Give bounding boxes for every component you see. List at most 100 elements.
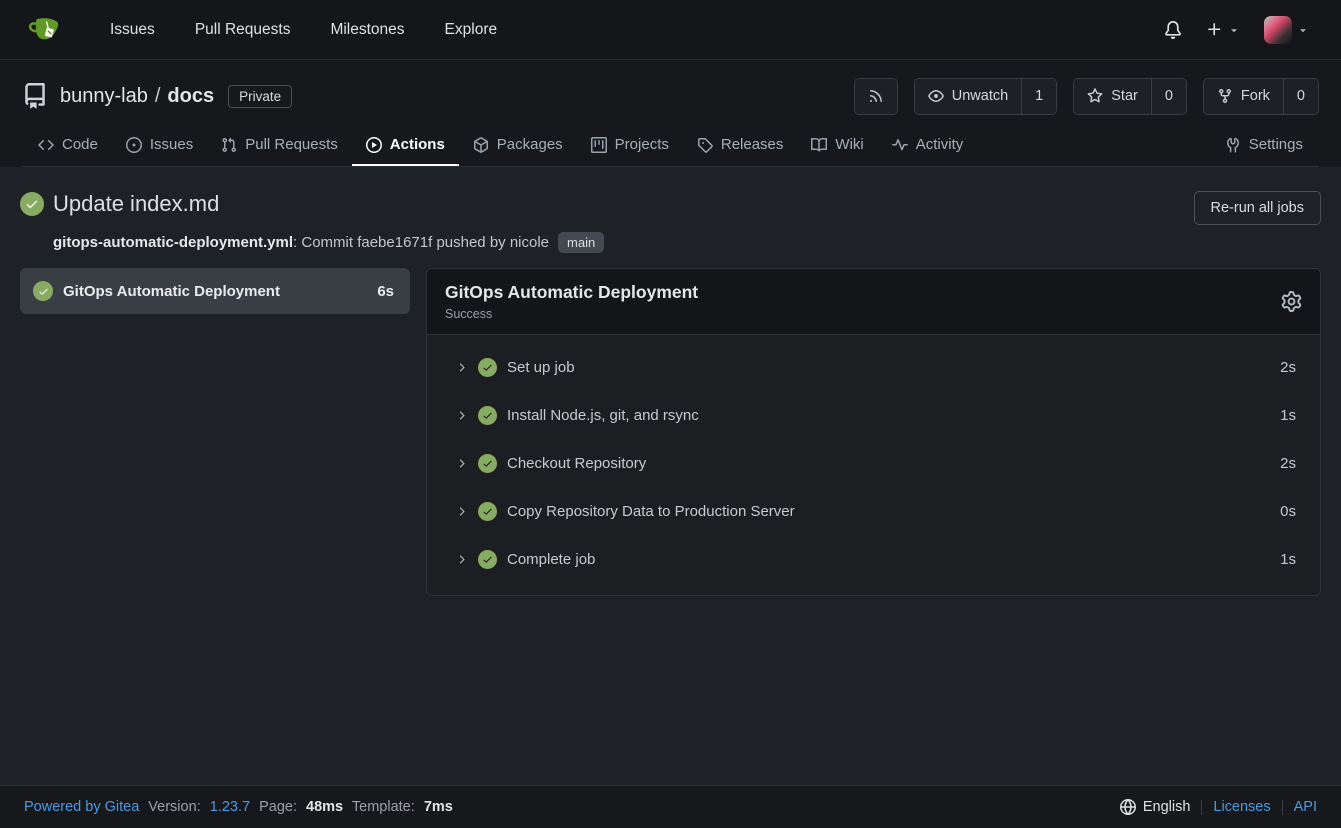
api-link[interactable]: API	[1294, 799, 1317, 815]
step-row[interactable]: Install Node.js, git, and rsync 1s	[427, 391, 1320, 439]
page-time-label: Page:	[259, 799, 297, 815]
rss-button-group	[854, 78, 898, 115]
step-row[interactable]: Checkout Repository 2s	[427, 439, 1320, 487]
workflow-file-name[interactable]: gitops-automatic-deployment.yml	[53, 234, 293, 251]
commit-text: : Commit faebe1671f pushed by nicole	[293, 234, 549, 251]
language-selector[interactable]: English	[1120, 799, 1191, 815]
tab-activity[interactable]: Activity	[878, 126, 978, 166]
unwatch-button[interactable]: Unwatch	[915, 79, 1021, 114]
book-icon	[811, 137, 827, 153]
pulse-icon	[892, 137, 908, 153]
notifications-bell-icon[interactable]	[1158, 15, 1188, 45]
tag-icon	[697, 137, 713, 153]
chevron-right-icon[interactable]	[455, 457, 468, 470]
tab-packages[interactable]: Packages	[459, 126, 577, 166]
repo-action-buttons: Unwatch 1 Star 0 Fork	[854, 78, 1319, 115]
step-duration: 1s	[1280, 407, 1296, 424]
step-success-check-icon	[478, 550, 497, 569]
fork-button[interactable]: Fork	[1204, 79, 1283, 114]
chevron-down-icon	[1228, 24, 1240, 36]
tab-label: Releases	[721, 136, 784, 153]
chevron-down-icon	[1297, 24, 1309, 36]
repo-name-link[interactable]: docs	[167, 85, 214, 107]
step-name: Set up job	[507, 359, 575, 376]
issue-opened-icon	[126, 137, 142, 153]
chevron-right-icon[interactable]	[455, 505, 468, 518]
nav-item-issues[interactable]: Issues	[90, 21, 175, 39]
chevron-right-icon[interactable]	[455, 361, 468, 374]
gitea-logo-icon[interactable]	[26, 12, 62, 48]
fork-button-group: Fork 0	[1203, 78, 1319, 115]
tab-label: Actions	[390, 136, 445, 153]
version-link[interactable]: 1.23.7	[210, 799, 250, 815]
job-status-text: Success	[445, 307, 698, 321]
powered-by-gitea-link[interactable]: Powered by Gitea	[24, 799, 139, 815]
star-count[interactable]: 0	[1151, 79, 1186, 114]
template-time-label: Template:	[352, 799, 415, 815]
template-time-value: 7ms	[424, 799, 453, 815]
gear-icon[interactable]	[1281, 291, 1302, 312]
create-new-button[interactable]	[1200, 15, 1246, 44]
tab-projects[interactable]: Projects	[577, 126, 683, 166]
job-panel-title: GitOps Automatic Deployment	[445, 282, 698, 303]
language-label: English	[1143, 799, 1191, 815]
repo-owner-link[interactable]: bunny-lab	[60, 85, 148, 107]
tab-settings[interactable]: Settings	[1211, 126, 1317, 166]
rss-feed-button[interactable]	[855, 79, 897, 114]
job-detail-panel: GitOps Automatic Deployment Success Set …	[426, 268, 1321, 596]
licenses-link[interactable]: Licenses	[1213, 799, 1270, 815]
jobs-sidebar: GitOps Automatic Deployment 6s	[20, 268, 410, 314]
tab-releases[interactable]: Releases	[683, 126, 798, 166]
repo-tabs: Code Issues Pull Requests Actions Packag…	[22, 126, 1319, 167]
tab-actions[interactable]: Actions	[352, 126, 459, 166]
step-row[interactable]: Copy Repository Data to Production Serve…	[427, 487, 1320, 535]
step-duration: 2s	[1280, 455, 1296, 472]
fork-label: Fork	[1241, 88, 1270, 104]
job-success-check-icon	[33, 281, 53, 301]
tab-code[interactable]: Code	[24, 126, 112, 166]
step-row[interactable]: Set up job 2s	[427, 343, 1320, 391]
version-label: Version:	[148, 799, 200, 815]
step-name: Complete job	[507, 551, 595, 568]
step-success-check-icon	[478, 358, 497, 377]
nav-item-milestones[interactable]: Milestones	[310, 21, 424, 39]
tab-label: Activity	[916, 136, 964, 153]
step-name: Install Node.js, git, and rsync	[507, 407, 699, 424]
chevron-right-icon[interactable]	[455, 553, 468, 566]
footer-meta: Powered by Gitea Version: 1.23.7 Page: 4…	[24, 799, 458, 815]
fork-count[interactable]: 0	[1283, 79, 1318, 114]
step-success-check-icon	[478, 454, 497, 473]
play-circle-icon	[366, 137, 382, 153]
step-success-check-icon	[478, 502, 497, 521]
watch-count[interactable]: 1	[1021, 79, 1056, 114]
rss-icon	[868, 88, 884, 104]
chevron-right-icon[interactable]	[455, 409, 468, 422]
user-avatar[interactable]	[1264, 16, 1292, 44]
rerun-all-jobs-button[interactable]: Re-run all jobs	[1194, 191, 1322, 225]
step-duration: 1s	[1280, 551, 1296, 568]
tab-pull-requests[interactable]: Pull Requests	[207, 126, 352, 166]
run-success-check-icon	[20, 192, 44, 216]
tab-label: Settings	[1249, 136, 1303, 153]
job-list-item[interactable]: GitOps Automatic Deployment 6s	[20, 268, 410, 314]
branch-badge[interactable]: main	[558, 232, 604, 253]
nav-item-explore[interactable]: Explore	[425, 21, 518, 39]
tab-issues[interactable]: Issues	[112, 126, 207, 166]
package-icon	[473, 137, 489, 153]
tab-label: Pull Requests	[245, 136, 338, 153]
step-duration: 0s	[1280, 503, 1296, 520]
step-row[interactable]: Complete job 1s	[427, 535, 1320, 583]
user-menu[interactable]	[1258, 10, 1315, 50]
navbar-links: Issues Pull Requests Milestones Explore	[90, 21, 517, 39]
tab-wiki[interactable]: Wiki	[797, 126, 877, 166]
globe-icon	[1120, 799, 1136, 815]
star-label: Star	[1111, 88, 1138, 104]
star-button[interactable]: Star	[1074, 79, 1151, 114]
step-success-check-icon	[478, 406, 497, 425]
footer-divider	[1282, 800, 1283, 815]
footer-divider	[1201, 800, 1202, 815]
code-icon	[38, 137, 54, 153]
repo-breadcrumb: bunny-lab/docs	[60, 85, 214, 108]
nav-item-pull-requests[interactable]: Pull Requests	[175, 21, 311, 39]
page-time-value: 48ms	[306, 799, 343, 815]
